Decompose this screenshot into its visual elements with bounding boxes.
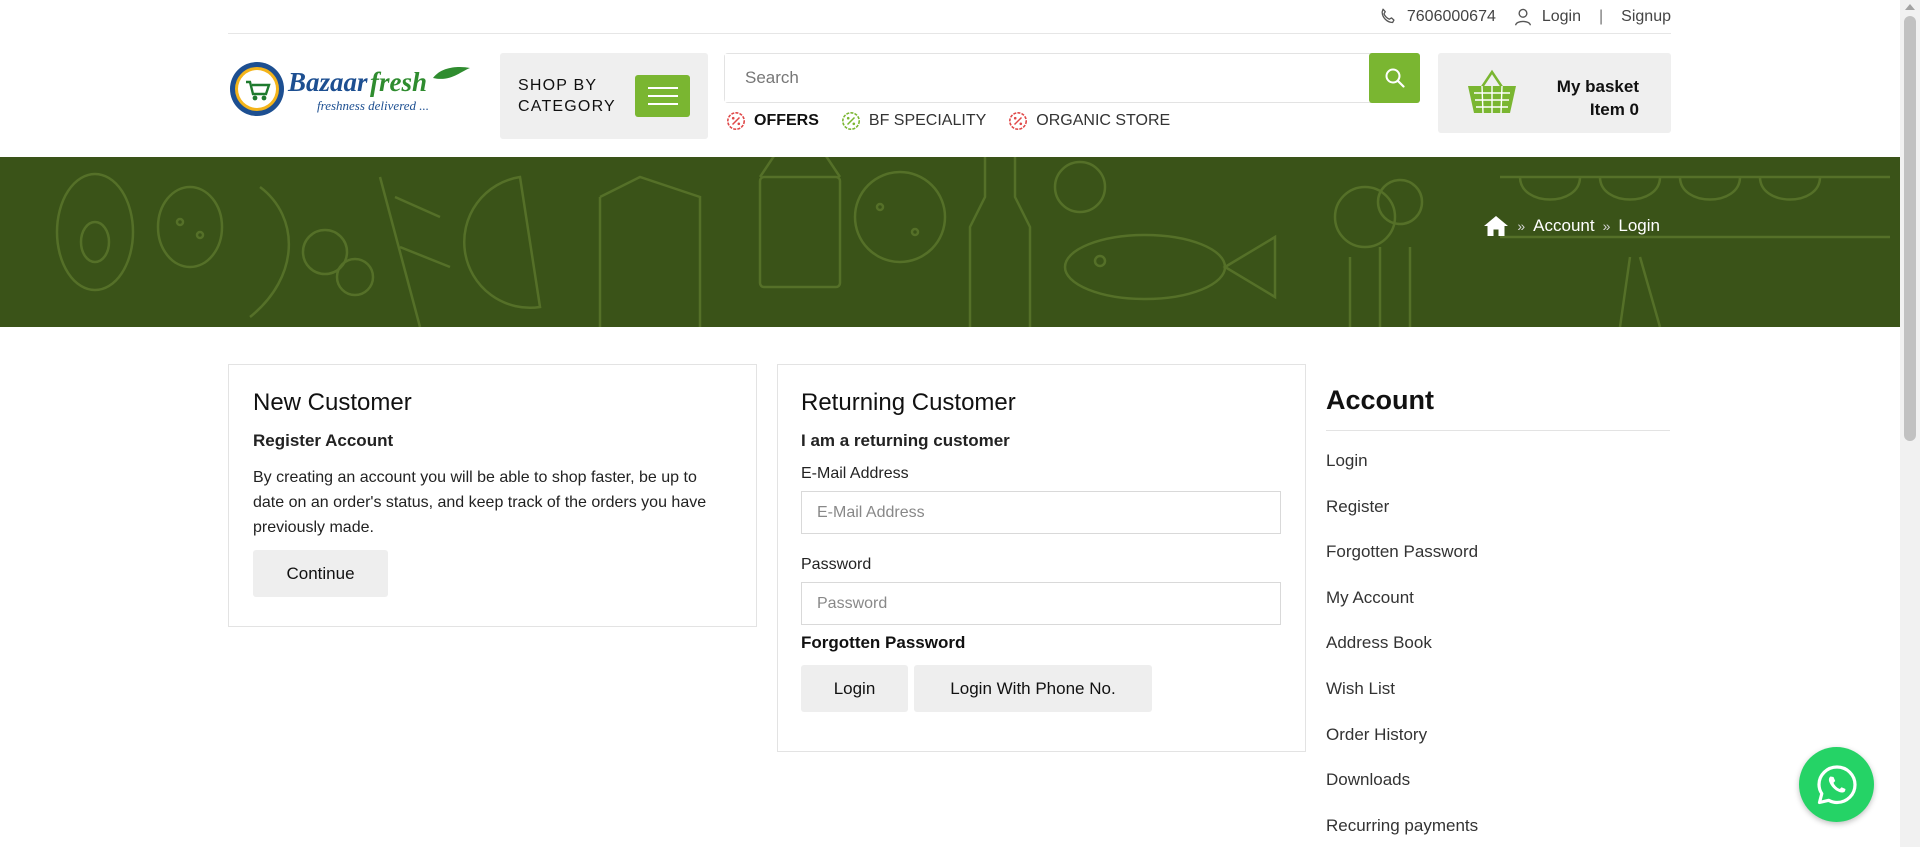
shop-by-line2: CATEGORY <box>518 98 616 115</box>
quicklink-label: BF SPECIALITY <box>868 112 987 129</box>
quick-links: OFFERS BF SPECIALITY ORGANIC STORE <box>726 111 1170 131</box>
login-actions: Login Login With Phone No. <box>801 665 1281 712</box>
discount-icon <box>727 112 745 130</box>
search-input[interactable] <box>725 54 1369 102</box>
hamburger-menu-icon[interactable] <box>635 75 690 117</box>
login-link[interactable]: Login <box>1542 8 1581 26</box>
quicklink-offers[interactable]: OFFERS <box>726 111 819 131</box>
separator: | <box>1599 7 1604 25</box>
breadcrumb-login[interactable]: Login <box>1618 216 1660 236</box>
quicklink-label: ORGANIC STORE <box>1036 112 1171 129</box>
basket-summary: My basket Item 0 <box>1557 75 1639 121</box>
search-button[interactable] <box>1369 53 1420 103</box>
signup-link[interactable]: Signup <box>1621 8 1671 26</box>
user-icon <box>1514 8 1531 26</box>
account-sidebar-title: Account <box>1326 385 1670 431</box>
basket-title: My basket <box>1556 77 1639 96</box>
logo-brand-a: Bazaar <box>287 67 368 97</box>
login-with-phone-button[interactable]: Login With Phone No. <box>914 665 1152 712</box>
whatsapp-chat-button[interactable] <box>1799 747 1874 822</box>
sidebar-item-recurring-payments[interactable]: Recurring payments <box>1326 816 1670 847</box>
sidebar-item-forgotten-password[interactable]: Forgotten Password <box>1326 542 1670 588</box>
email-field[interactable] <box>801 491 1281 534</box>
sidebar-item-login[interactable]: Login <box>1326 451 1670 497</box>
chevron-right-icon: » <box>1517 218 1526 234</box>
basket-count: Item 0 <box>1589 100 1639 119</box>
register-account-subtitle: Register Account <box>253 431 394 450</box>
quicklink-organic-store[interactable]: ORGANIC STORE <box>1008 111 1170 131</box>
bazaarfresh-logo-icon: Bazaar fresh freshness delivered ... <box>230 62 470 116</box>
header: Bazaar fresh freshness delivered ... SHO… <box>228 34 1671 157</box>
scrollbar-thumb[interactable] <box>1904 16 1916 441</box>
shop-by-category-button[interactable]: SHOP BY CATEGORY <box>500 53 708 139</box>
page-banner: » Account » Login <box>0 157 1900 327</box>
logo-tagline: freshness delivered ... <box>317 98 429 113</box>
account-sidebar: Account Login Register Forgotten Passwor… <box>1326 385 1670 847</box>
login-button[interactable]: Login <box>801 665 908 712</box>
user-links: Login | Signup <box>1512 6 1671 28</box>
email-label: E-Mail Address <box>801 465 909 482</box>
basket-icon <box>1468 69 1516 114</box>
returning-customer-panel: Returning Customer I am a returning cust… <box>777 364 1306 752</box>
logo-brand-b: fresh <box>370 67 427 97</box>
phone-contact[interactable]: 7606000674 <box>1377 6 1496 28</box>
scroll-up-arrow-icon[interactable] <box>1905 4 1915 10</box>
new-customer-panel: New Customer Register Account By creatin… <box>228 364 757 627</box>
site-logo[interactable]: Bazaar fresh freshness delivered ... <box>228 58 473 118</box>
search-bar <box>724 53 1420 103</box>
top-bar: 7606000674 Login | Signup <box>228 0 1671 34</box>
breadcrumb: » Account » Login <box>1483 215 1660 237</box>
new-customer-title: New Customer <box>253 389 412 416</box>
discount-icon <box>1009 112 1028 130</box>
continue-button[interactable]: Continue <box>253 550 388 597</box>
basket-button[interactable]: My basket Item 0 <box>1438 53 1671 133</box>
password-label: Password <box>801 556 872 573</box>
page-scrollbar[interactable] <box>1900 0 1920 847</box>
home-icon[interactable] <box>1483 215 1509 237</box>
discount-icon <box>841 112 860 130</box>
quicklink-bf-speciality[interactable]: BF SPECIALITY <box>841 111 986 131</box>
new-customer-description: By creating an account you will be able … <box>253 469 707 536</box>
sidebar-item-my-account[interactable]: My Account <box>1326 588 1670 634</box>
sidebar-item-downloads[interactable]: Downloads <box>1326 770 1670 816</box>
quicklink-label: OFFERS <box>754 112 819 129</box>
forgotten-password-link[interactable]: Forgotten Password <box>801 633 1281 653</box>
returning-customer-title: Returning Customer <box>801 389 1016 416</box>
chevron-right-icon: » <box>1602 218 1611 234</box>
password-field[interactable] <box>801 582 1281 625</box>
search-icon <box>1385 68 1405 88</box>
sidebar-item-register[interactable]: Register <box>1326 497 1670 543</box>
whatsapp-icon <box>1816 764 1857 804</box>
phone-number[interactable]: 7606000674 <box>1407 8 1496 26</box>
shop-by-line1: SHOP BY <box>518 77 598 94</box>
sidebar-item-address-book[interactable]: Address Book <box>1326 633 1670 679</box>
phone-icon <box>1381 8 1395 23</box>
returning-customer-subtitle: I am a returning customer <box>801 431 1010 450</box>
grocery-pattern-icon <box>55 157 1890 327</box>
sidebar-item-wish-list[interactable]: Wish List <box>1326 679 1670 725</box>
account-links: Login Register Forgotten Password My Acc… <box>1326 451 1670 847</box>
sidebar-item-order-history[interactable]: Order History <box>1326 725 1670 771</box>
shop-by-category-label: SHOP BY CATEGORY <box>518 75 616 117</box>
breadcrumb-account[interactable]: Account <box>1533 216 1594 236</box>
